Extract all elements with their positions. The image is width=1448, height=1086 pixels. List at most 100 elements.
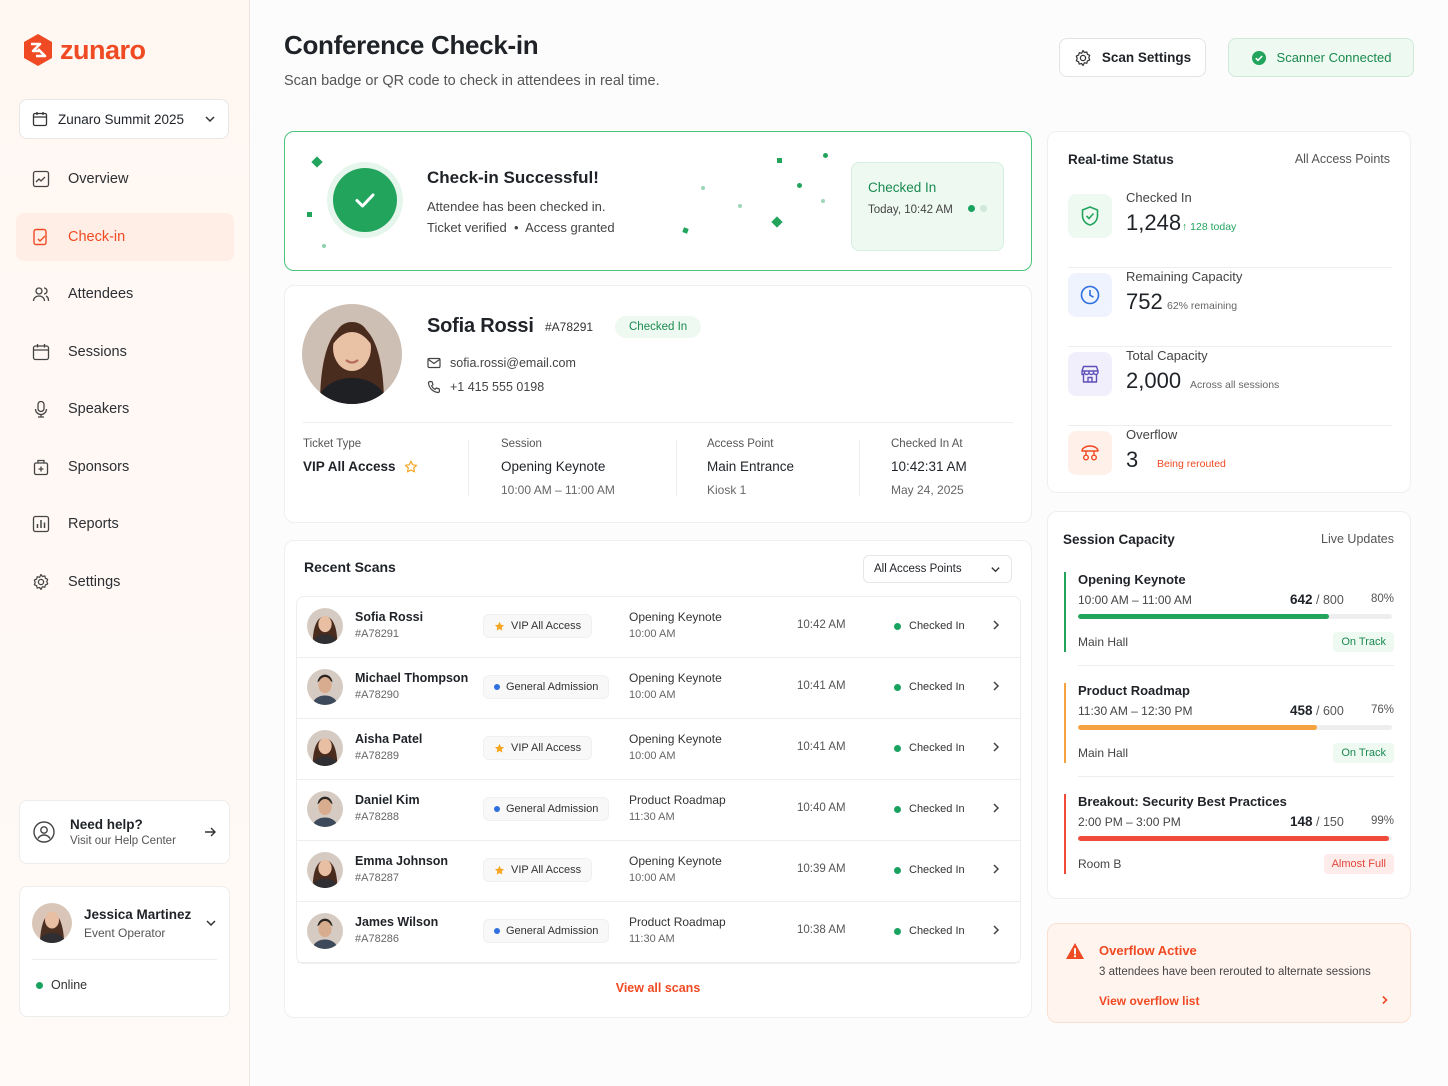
sidebar: zunaro Zunaro Summit 2025 Overview Check…: [0, 0, 250, 1086]
attendee-id: #A78290: [355, 689, 400, 701]
stat-label: Remaining Capacity: [1126, 269, 1243, 284]
status-badge: Checked In: [894, 742, 965, 754]
stat-label: Checked In: [1126, 190, 1192, 205]
recent-scans-list: Sofia Rossi #A78291 VIP All Access Opening …: [296, 596, 1021, 964]
status-badge: Checked In: [894, 864, 965, 876]
table-row[interactable]: Daniel Kim #A78288 General Admission Produc…: [297, 780, 1020, 841]
scanner-status-label: Scanner Connected: [1276, 50, 1392, 65]
phone-icon: [427, 380, 441, 394]
session-capacity-card: Session Capacity Live Updates Opening Ke…: [1047, 511, 1411, 899]
chevron-down-icon[interactable]: [205, 917, 217, 929]
realtime-scope[interactable]: All Access Points: [1295, 152, 1390, 166]
view-overflow-link[interactable]: View overflow list: [1099, 994, 1199, 1008]
table-row[interactable]: Sofia Rossi #A78291 VIP All Access Opening …: [297, 597, 1020, 658]
success-verification: Ticket verified • Access granted: [427, 220, 615, 235]
nav-item-overview[interactable]: Overview: [16, 155, 234, 203]
nav-label: Settings: [68, 573, 121, 590]
chevron-right-icon[interactable]: [990, 863, 1002, 875]
session-count: 148 / 150: [1290, 814, 1344, 829]
user-card[interactable]: Jessica Martinez Event Operator Online: [19, 886, 230, 1017]
capacity-fill: [1078, 725, 1317, 730]
online-status: Online: [20, 960, 229, 1010]
phone-value: +1 415 555 0198: [450, 380, 545, 394]
table-row[interactable]: James Wilson #A78286 General Admission Prod…: [297, 902, 1020, 963]
avatar: [32, 903, 72, 943]
help-title: Need help?: [70, 817, 143, 832]
scan-time: 10:41 AM: [797, 741, 846, 753]
session-capacity-item[interactable]: Breakout: Security Best Practices 2:00 PM…: [1064, 794, 1394, 888]
count-value: 642: [1290, 592, 1313, 607]
nav-item-reports[interactable]: Reports: [16, 500, 234, 548]
access-point-filter[interactable]: All Access Points: [863, 555, 1012, 583]
session-capacity-item[interactable]: Product Roadmap 11:30 AM – 12:30 PM 458 / …: [1064, 683, 1394, 777]
overview-icon: [32, 170, 50, 188]
nav-item-attendees[interactable]: Attendees: [16, 270, 234, 318]
table-row[interactable]: Aisha Patel #A78289 VIP All Access Opening …: [297, 719, 1020, 780]
scan-time: 10:40 AM: [797, 802, 846, 814]
chevron-right-icon[interactable]: [1380, 995, 1390, 1005]
ticket-verified: Ticket verified: [427, 220, 507, 235]
stat-note: 62% remaining: [1167, 300, 1238, 312]
field-label: Session: [501, 438, 542, 450]
logo[interactable]: zunaro: [22, 33, 146, 67]
nav-item-speakers[interactable]: Speakers: [16, 385, 234, 433]
session-accent-bar: [1064, 572, 1066, 652]
scan-settings-label: Scan Settings: [1101, 50, 1192, 65]
session-capacity-item[interactable]: Opening Keynote 10:00 AM – 11:00 AM 642 / …: [1064, 572, 1394, 666]
nav-item-checkin[interactable]: Check-in: [16, 212, 234, 261]
attendee-email[interactable]: sofia.rossi@email.com: [427, 356, 576, 370]
attendee-photo: [302, 304, 402, 404]
chevron-right-icon[interactable]: [990, 619, 1002, 631]
session-name: Product Roadmap: [629, 793, 726, 807]
view-all-scans-link[interactable]: View all scans: [285, 966, 1031, 1010]
scanner-status-badge[interactable]: Scanner Connected: [1228, 38, 1414, 77]
ticket-label: VIP All Access: [511, 620, 582, 632]
overflow-alert: Overflow Active 3 attendees have been re…: [1047, 923, 1411, 1023]
status-dot: [894, 927, 901, 935]
attendee-id: #A78286: [355, 933, 400, 945]
stat-label: Overflow: [1126, 427, 1178, 442]
session-accent-bar: [1064, 794, 1066, 874]
confetti: [307, 212, 312, 217]
star-icon: [404, 460, 417, 472]
capacity-title: Session Capacity: [1063, 532, 1175, 547]
attendee-id: #A78289: [355, 750, 400, 762]
chevron-right-icon[interactable]: [990, 802, 1002, 814]
session-room: Room B: [1078, 857, 1122, 871]
nav-item-settings[interactable]: Settings: [16, 558, 234, 606]
nav-item-sponsors[interactable]: Sponsors: [16, 443, 234, 491]
event-select[interactable]: Zunaro Summit 2025: [19, 99, 229, 139]
chevron-right-icon[interactable]: [990, 924, 1002, 936]
field-meta: 10:00 AM – 11:00 AM: [501, 483, 615, 497]
status-label: Checked In: [909, 742, 965, 754]
ticket-badge: General Admission: [483, 675, 610, 699]
badge-title: Checked In: [868, 180, 937, 195]
ticket-label: General Admission: [506, 925, 599, 937]
divider: [303, 422, 1013, 423]
attendee-phone[interactable]: +1 415 555 0198: [427, 380, 544, 394]
avatar: [307, 669, 343, 705]
status-label: Checked In: [909, 925, 965, 937]
session-time: 2:00 PM – 3:00 PM: [1078, 815, 1181, 829]
overflow-description: 3 attendees have been rerouted to altern…: [1099, 966, 1371, 978]
nav-item-sessions[interactable]: Sessions: [16, 328, 234, 376]
attendee-name: Sofia Rossi: [427, 315, 534, 337]
help-card[interactable]: Need help? Visit our Help Center: [19, 800, 230, 864]
stat-checked-in: Checked In 1,248 ↑ 128 today: [1068, 190, 1392, 268]
avatar: [307, 913, 343, 949]
stat-overflow: Overflow 3 Being rerouted: [1068, 427, 1392, 505]
session-name: Product Roadmap: [1078, 683, 1190, 698]
scan-settings-button[interactable]: Scan Settings: [1059, 38, 1206, 77]
event-select-value: Zunaro Summit 2025: [58, 111, 185, 127]
session-time: 11:30 AM – 12:30 PM: [1078, 704, 1193, 718]
capacity-fill: [1078, 614, 1330, 619]
table-row[interactable]: Emma Johnson #A78287 VIP All Access Opening…: [297, 841, 1020, 902]
reports-icon: [32, 515, 50, 533]
divider: [676, 440, 677, 496]
stat-remaining-capacity: Remaining Capacity 752 62% remaining: [1068, 269, 1392, 347]
email-value: sofia.rossi@email.com: [450, 356, 576, 370]
table-row[interactable]: Michael Thompson #A78290 General Admission…: [297, 658, 1020, 719]
chevron-right-icon[interactable]: [990, 680, 1002, 692]
divider: [1068, 346, 1392, 347]
chevron-right-icon[interactable]: [990, 741, 1002, 753]
